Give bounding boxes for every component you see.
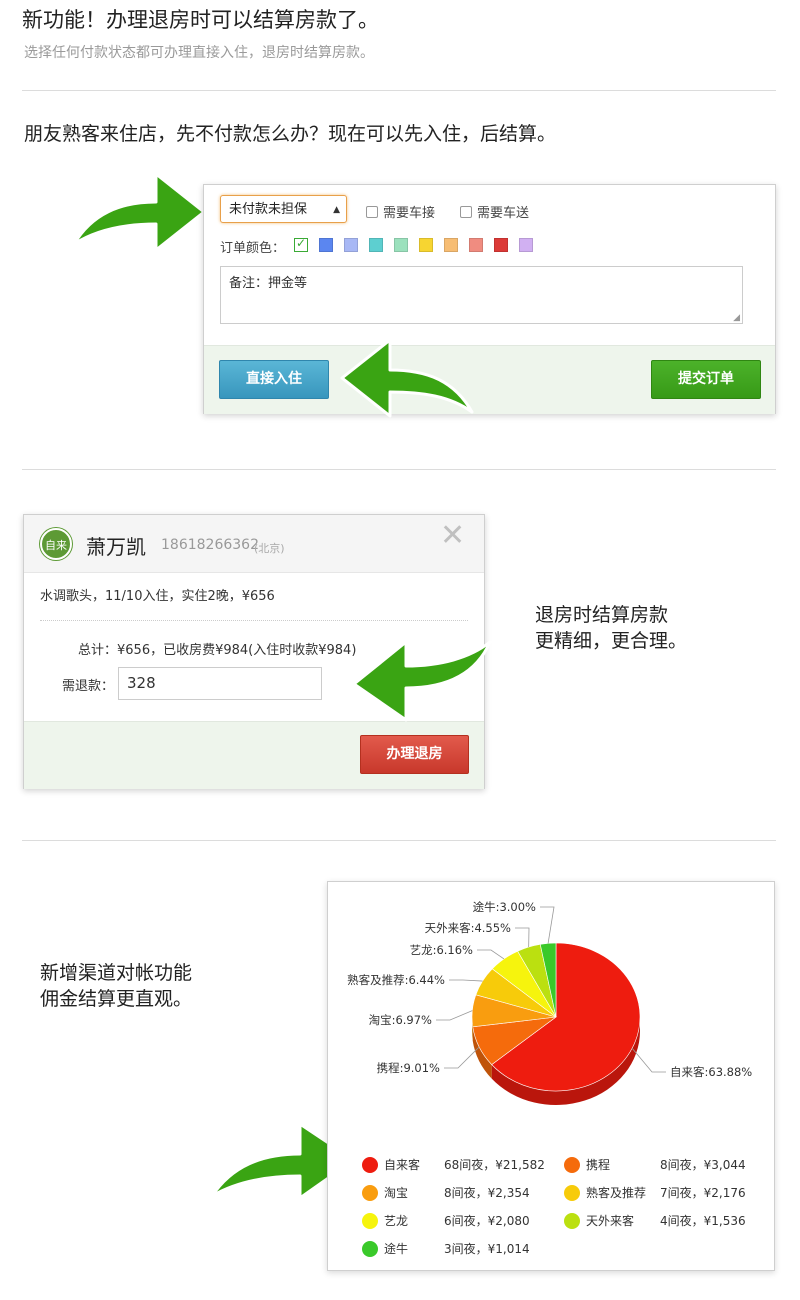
section3-side-line2: 佣金结算更直观。 xyxy=(40,988,193,1010)
legend-name: 天外来客 xyxy=(586,1214,635,1228)
section2-side-text: 退房时结算房款 更精细，更合理。 xyxy=(535,602,687,654)
dotted-divider xyxy=(40,620,468,621)
section3-side-text: 新增渠道对帐功能 佣金结算更直观。 xyxy=(40,960,192,1012)
checkin-button[interactable]: 直接入住 xyxy=(219,360,329,399)
color-swatch[interactable] xyxy=(519,238,533,252)
arrow-left-icon xyxy=(340,338,474,418)
resize-handle-icon[interactable]: ◢ xyxy=(733,313,740,323)
section3-side-line1: 新增渠道对帐功能 xyxy=(40,962,193,984)
section1-lead: 朋友熟客来住店，先不付款怎么办？现在可以先入住，后结算。 xyxy=(24,123,557,145)
pie-data-label: 天外来客:4.55% xyxy=(425,921,511,935)
remark-textarea[interactable]: 备注：押金等 ◢ xyxy=(220,266,743,324)
legend-dot xyxy=(362,1157,378,1173)
legend-value: 68间夜，¥21,582 xyxy=(444,1158,545,1172)
avatar: 自来 xyxy=(40,528,72,560)
pie-data-label: 熟客及推荐:6.44% xyxy=(347,973,445,987)
legend-name: 自来客 xyxy=(384,1158,421,1172)
payment-status-value: 未付款未担保 xyxy=(229,202,308,217)
select-updown-icon: ▲ xyxy=(333,205,340,215)
legend-dot xyxy=(564,1185,580,1201)
page-title: 新功能！办理退房时可以结算房款了。 xyxy=(22,8,379,32)
legend-name: 淘宝 xyxy=(384,1186,409,1200)
divider xyxy=(22,469,776,470)
pie-leader-line xyxy=(515,927,530,948)
arrow-right-icon xyxy=(72,172,206,252)
legend-name: 携程 xyxy=(586,1158,611,1172)
legend-dot xyxy=(564,1213,580,1229)
order-panel: 未付款未担保 ▲ 需要车接 需要车送 订单颜色： ✓ 备注：押金等 ◢ 直接入住… xyxy=(203,184,776,414)
section2-side-line2: 更精细，更合理。 xyxy=(535,630,688,652)
color-swatch[interactable] xyxy=(419,238,433,252)
checkbox-icon xyxy=(366,206,378,218)
section2-side-line1: 退房时结算房款 xyxy=(535,604,669,626)
channel-chart-panel: 自来客:63.88% 携程:9.01% 淘宝:6.97% 熟客及推荐:6.44% 艺龙:… xyxy=(327,881,775,1271)
color-swatch[interactable] xyxy=(344,238,358,252)
legend-dot xyxy=(564,1157,580,1173)
legend-dot xyxy=(362,1213,378,1229)
pie-leader-line xyxy=(477,949,505,960)
legend-value: 8间夜，¥2,354 xyxy=(444,1186,530,1200)
legend-value: 3间夜，¥1,014 xyxy=(444,1242,530,1256)
divider xyxy=(22,840,776,841)
pie-data-label: 淘宝:6.97% xyxy=(369,1013,432,1027)
checkbox-pickup[interactable]: 需要车接 xyxy=(366,202,435,221)
guest-city: (北京) xyxy=(254,542,285,555)
legend-value: 6间夜，¥2,080 xyxy=(444,1214,530,1228)
legend-value: 8间夜，¥3,044 xyxy=(660,1158,746,1172)
guest-phone: 18618266362 xyxy=(161,537,259,553)
color-swatch[interactable] xyxy=(319,238,333,252)
pie-data-label: 携程:9.01% xyxy=(377,1061,440,1075)
pie-data-label: 艺龙:6.16% xyxy=(410,943,473,957)
legend-name: 艺龙 xyxy=(384,1214,409,1228)
guest-name: 萧万凯 xyxy=(86,535,146,559)
refund-input[interactable]: 328 xyxy=(118,667,322,700)
submit-order-button[interactable]: 提交订单 xyxy=(651,360,761,399)
pie-leader-line xyxy=(444,1046,480,1069)
check-icon: ✓ xyxy=(296,236,307,250)
legend-name: 途牛 xyxy=(384,1242,409,1256)
legend-dot xyxy=(362,1185,378,1201)
stay-info: 水调歌头，11/10入住，实住2晚，¥656 xyxy=(40,589,275,604)
pie-data-label: 自来客:63.88% xyxy=(670,1065,752,1079)
close-icon[interactable]: ✕ xyxy=(440,521,465,551)
refund-label: 需退款： xyxy=(62,679,115,694)
pie-leader-line xyxy=(436,1010,473,1021)
remark-text: 备注：押金等 xyxy=(229,276,308,291)
total-summary: 总计：¥656，已收房费¥984(入住时收款¥984) xyxy=(78,643,357,658)
legend-value: 4间夜，¥1,536 xyxy=(660,1214,746,1228)
color-swatch[interactable] xyxy=(369,238,383,252)
color-swatch[interactable]: ✓ xyxy=(294,236,308,252)
payment-status-select[interactable]: 未付款未担保 ▲ xyxy=(220,195,347,223)
legend-name: 熟客及推荐 xyxy=(586,1186,647,1200)
checkbox-icon xyxy=(460,206,472,218)
legend-value: 7间夜，¥2,176 xyxy=(660,1186,746,1200)
checkbox-pickup-label: 需要车接 xyxy=(383,206,436,221)
pie-leader-line xyxy=(449,979,483,982)
color-swatch[interactable] xyxy=(469,238,483,252)
checkout-button[interactable]: 办理退房 xyxy=(360,735,469,774)
order-color-label: 订单颜色： xyxy=(220,241,286,256)
pie-leader-line xyxy=(631,1047,666,1073)
page-subtitle: 选择任何付款状态都可办理直接入住，退房时结算房款。 xyxy=(24,45,374,61)
arrow-left-icon xyxy=(352,640,492,722)
pie-chart: 自来客:63.88% 携程:9.01% 淘宝:6.97% 熟客及推荐:6.44% 艺龙:… xyxy=(347,900,752,1105)
color-swatch[interactable] xyxy=(444,238,458,252)
legend-dot xyxy=(362,1241,378,1257)
divider xyxy=(22,90,776,91)
checkbox-dropoff[interactable]: 需要车送 xyxy=(460,202,529,221)
color-swatch[interactable] xyxy=(394,238,408,252)
pie-data-label: 途牛:3.00% xyxy=(473,900,536,914)
checkbox-dropoff-label: 需要车送 xyxy=(477,206,530,221)
color-swatch[interactable] xyxy=(494,238,508,252)
pie-leader-line xyxy=(540,906,555,944)
